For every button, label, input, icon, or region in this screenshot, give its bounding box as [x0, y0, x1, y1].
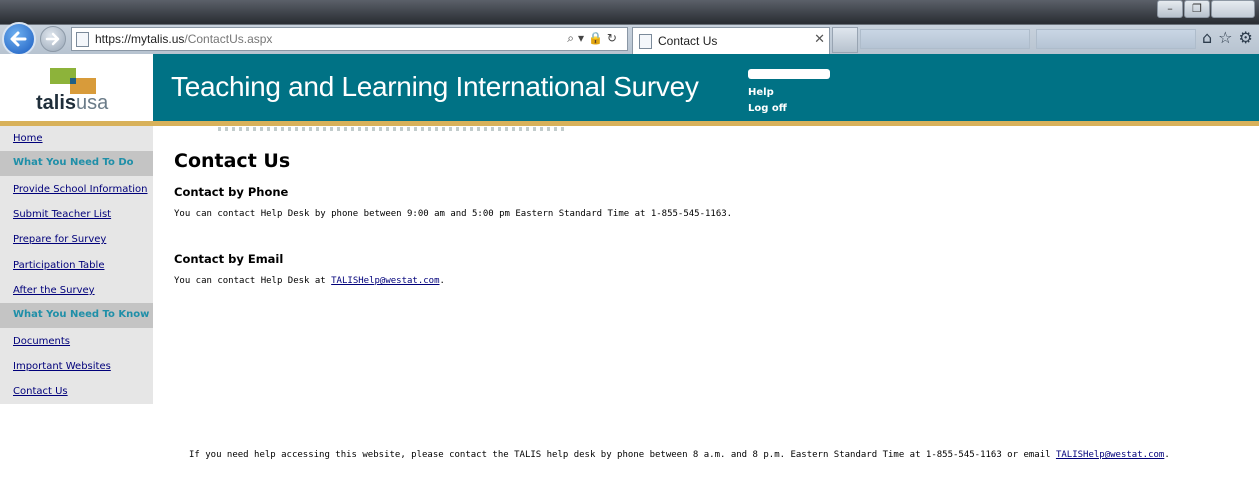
sidebar-link-websites[interactable]: Important Websites: [13, 361, 111, 372]
redacted-toolbar-field: [860, 29, 1030, 49]
sidebar-link-contact[interactable]: Contact Us: [13, 386, 68, 397]
logo-text-usa: usa: [76, 92, 109, 114]
sidebar: Home What You Need To Do Provide School …: [0, 126, 153, 404]
phone-heading: Contact by Phone: [174, 185, 289, 199]
sidebar-heading-what-to-do: What You Need To Do: [0, 151, 153, 176]
tab-contact-us[interactable]: Contact Us ✕: [632, 27, 830, 54]
browser-chrome: – ❐ https://mytalis.us/ContactUs.aspx ⌕▾…: [0, 0, 1259, 56]
footer-email-link[interactable]: TALISHelp@westat.com: [1056, 450, 1164, 460]
forward-button[interactable]: [40, 26, 66, 52]
logoff-link[interactable]: Log off: [748, 101, 830, 117]
tab-title: Contact Us: [658, 34, 718, 48]
email-text-suffix: .: [439, 276, 445, 286]
sidebar-link-after-survey[interactable]: After the Survey: [13, 285, 95, 296]
minimize-button[interactable]: –: [1157, 0, 1183, 18]
footer-help-text: If you need help accessing this website,…: [189, 450, 1170, 460]
close-window-button[interactable]: [1211, 0, 1255, 18]
restore-button[interactable]: ❐: [1184, 0, 1210, 18]
sidebar-link-participation[interactable]: Participation Table: [13, 260, 104, 271]
email-text: You can contact Help Desk at TALISHelp@w…: [174, 276, 445, 286]
sidebar-link-school-info[interactable]: Provide School Information: [13, 184, 148, 195]
forward-arrow-icon: [45, 32, 60, 46]
sidebar-item-prepare[interactable]: Prepare for Survey: [0, 227, 153, 252]
url-host: https://mytalis.us: [95, 32, 185, 46]
back-button[interactable]: [2, 22, 36, 56]
url-path: /ContactUs.aspx: [184, 32, 273, 46]
sidebar-link-prepare[interactable]: Prepare for Survey: [13, 234, 106, 245]
tab-close-icon[interactable]: ✕: [814, 32, 825, 47]
footer-text-prefix: If you need help accessing this website,…: [189, 450, 1056, 460]
toolbar-icons[interactable]: ⌂☆⚙: [1202, 28, 1259, 47]
sidebar-link-teacher-list[interactable]: Submit Teacher List: [13, 209, 111, 220]
sidebar-heading-label: What You Need To Know: [13, 309, 150, 320]
logo-text: talisusa: [36, 92, 108, 115]
user-links: Help Log off: [748, 66, 830, 117]
address-tools[interactable]: ⌕▾🔒↻: [567, 31, 621, 46]
minimize-icon: –: [1167, 2, 1173, 15]
tab-page-icon: [639, 34, 652, 49]
site-title: Teaching and Learning International Surv…: [171, 71, 699, 102]
phone-text: You can contact Help Desk by phone betwe…: [174, 209, 733, 219]
help-link[interactable]: Help: [748, 85, 830, 101]
sidebar-item-documents[interactable]: Documents: [0, 329, 153, 354]
email-heading: Contact by Email: [174, 252, 284, 266]
sidebar-item-participation[interactable]: Participation Table: [0, 253, 153, 278]
sidebar-item-contact[interactable]: Contact Us: [0, 379, 153, 404]
header-divider: [0, 121, 1259, 126]
search-box[interactable]: [1036, 29, 1196, 49]
title-bar: – ❐: [0, 0, 1259, 22]
sidebar-item-teacher-list[interactable]: Submit Teacher List: [0, 202, 153, 227]
sidebar-item-websites[interactable]: Important Websites: [0, 354, 153, 379]
sidebar-link-documents[interactable]: Documents: [13, 336, 70, 347]
address-url[interactable]: https://mytalis.us/ContactUs.aspx: [95, 32, 272, 46]
address-bar[interactable]: https://mytalis.us/ContactUs.aspx ⌕▾🔒↻: [71, 27, 628, 51]
logo-text-talis: talis: [36, 92, 77, 114]
talis-logo[interactable]: talisusa: [0, 54, 153, 121]
sidebar-item-school-info[interactable]: Provide School Information: [0, 177, 153, 202]
sidebar-heading-label: What You Need To Do: [13, 157, 134, 168]
site-header: talisusa Teaching and Learning Internati…: [0, 54, 1259, 121]
window-controls: – ❐: [1156, 0, 1255, 18]
new-tab-button[interactable]: [832, 27, 858, 53]
restore-icon: ❐: [1192, 2, 1202, 15]
sidebar-item-home[interactable]: Home: [0, 126, 153, 151]
redacted-user-name: [748, 69, 830, 79]
page-title: Contact Us: [174, 150, 291, 172]
sidebar-heading-what-to-know: What You Need To Know: [0, 303, 153, 328]
helpdesk-email-link[interactable]: TALISHelp@westat.com: [331, 276, 439, 286]
back-arrow-icon: [10, 31, 27, 47]
sidebar-link-home[interactable]: Home: [13, 133, 43, 144]
footer-text-suffix: .: [1164, 450, 1170, 460]
email-text-prefix: You can contact Help Desk at: [174, 276, 332, 286]
page-icon: [76, 32, 89, 47]
sidebar-item-after-survey[interactable]: After the Survey: [0, 278, 153, 303]
redacted-breadcrumb: [218, 127, 568, 131]
